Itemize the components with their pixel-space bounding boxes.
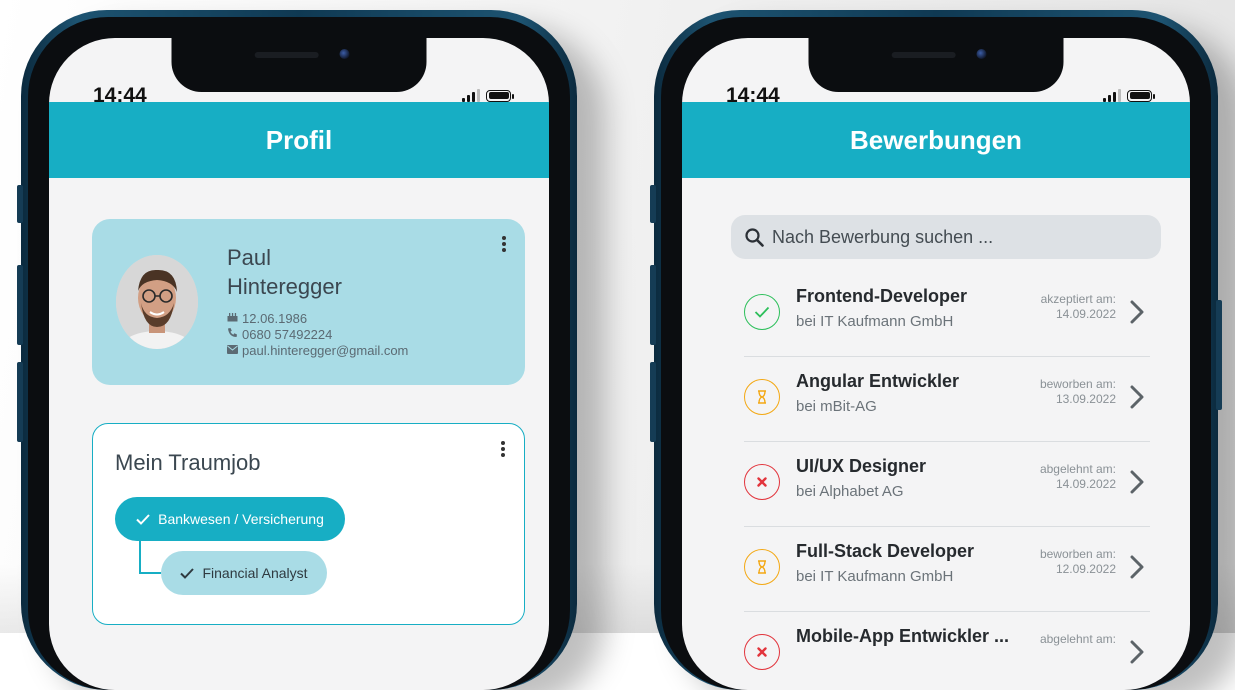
check-icon [180, 567, 195, 579]
phone-number: 0680 57492224 [242, 327, 333, 342]
application-date: akzeptiert am: 14.09.2022 [1041, 292, 1116, 322]
application-row[interactable]: Frontend-Developer bei IT Kaufmann GmbH ak… [744, 272, 1150, 357]
status-label: akzeptiert am: [1040, 292, 1116, 306]
dream-job-card[interactable]: Mein Traumjob Bankwesen / Versicherung F… [92, 423, 525, 625]
status-date: 14.09.2022 [1055, 477, 1116, 491]
application-date: beworben am: 13.09.2022 [1040, 377, 1116, 407]
category-label: Bankwesen / Versicherung [158, 511, 324, 527]
check-circle-icon [744, 294, 780, 330]
application-title: Angular Entwickler [796, 371, 960, 391]
application-row[interactable]: Mobile-App Entwickler ... abgelehnt am: [744, 612, 1150, 690]
camera [976, 49, 986, 59]
application-row[interactable]: Full-Stack Developer bei IT Kaufmann GmbH… [744, 527, 1150, 612]
status-label: beworben am: [1039, 377, 1116, 391]
phone-row: 0680 57492224 [227, 327, 408, 343]
signal-icon [1103, 89, 1121, 102]
application-company: bei IT Kaufmann GmbH [796, 568, 954, 585]
check-icon [136, 513, 150, 525]
application-title: Full-Stack Developer [796, 541, 975, 561]
chevron-right-icon[interactable] [1130, 385, 1144, 409]
chevron-right-icon[interactable] [1130, 300, 1144, 324]
mail-icon [227, 343, 238, 359]
screen: 14:44 Profil Paul Hinteregger 12.06.1986… [49, 38, 549, 690]
rejected-icon [744, 464, 780, 500]
bezel: 14:44 Profil Paul Hinteregger 12.06.1986… [28, 17, 570, 690]
application-company: bei mBit-AG [796, 398, 877, 415]
application-row[interactable]: Angular Entwickler bei mBit-AG beworben am… [744, 357, 1150, 442]
bezel: 14:44 Bewerbungen Nach Bewerbung suchen … [661, 17, 1211, 690]
application-company: bei IT Kaufmann GmbH [796, 313, 954, 330]
screen: 14:44 Bewerbungen Nach Bewerbung suchen … [682, 38, 1190, 690]
application-row[interactable]: UI/UX Designer bei Alphabet AG abgelehnt a… [744, 442, 1150, 527]
speaker [891, 52, 956, 58]
application-company: bei Alphabet AG [796, 483, 904, 500]
camera [339, 49, 349, 59]
chevron-right-icon[interactable] [1130, 640, 1144, 664]
birthdate-row: 12.06.1986 [227, 311, 408, 327]
application-date: abgelehnt am: 14.09.2022 [1040, 462, 1116, 492]
power-button [1216, 300, 1222, 410]
profile-details: 12.06.1986 0680 57492224 paul.hinteregge… [227, 311, 408, 359]
application-list: Frontend-Developer bei IT Kaufmann GmbH ak… [744, 272, 1150, 690]
application-title: UI/UX Designer [796, 456, 927, 476]
battery-icon [486, 89, 514, 102]
more-vert-icon[interactable] [497, 233, 511, 255]
volume-up-button [17, 265, 23, 345]
mute-switch [17, 185, 23, 223]
volume-down-button [650, 362, 656, 442]
search-input[interactable]: Nach Bewerbung suchen ... [731, 215, 1161, 259]
application-title: Frontend-Developer [796, 286, 968, 306]
more-vert-icon[interactable] [496, 438, 510, 460]
profile-name: Paul Hinteregger [227, 243, 342, 301]
status-icons [1103, 89, 1155, 102]
hourglass-icon [744, 379, 780, 415]
last-name: Hinteregger [227, 274, 342, 299]
cake-icon [227, 311, 238, 327]
status-label: abgelehnt am: [1039, 462, 1116, 476]
phone-profile: 14:44 Profil Paul Hinteregger 12.06.1986… [17, 10, 577, 690]
status-icons [462, 89, 514, 102]
profile-card[interactable]: Paul Hinteregger 12.06.1986 0680 5749222… [92, 219, 525, 385]
category-chip[interactable]: Bankwesen / Versicherung [115, 497, 345, 541]
status-label: beworben am: [1039, 547, 1116, 561]
page-title: Bewerbungen [682, 102, 1190, 178]
mute-switch [650, 185, 656, 223]
search-icon [745, 227, 764, 247]
tree-connector [139, 541, 161, 574]
rejected-icon [744, 634, 780, 670]
notch [808, 38, 1064, 92]
status-date: 13.09.2022 [1055, 392, 1116, 406]
dream-job-title: Mein Traumjob [115, 450, 261, 475]
page-title: Profil [49, 102, 549, 178]
volume-down-button [17, 362, 23, 442]
battery-icon [1127, 89, 1155, 102]
notch [171, 38, 427, 92]
avatar [116, 255, 198, 349]
chevron-right-icon[interactable] [1130, 470, 1144, 494]
birthdate: 12.06.1986 [242, 311, 308, 326]
application-date: beworben am: 12.09.2022 [1040, 547, 1116, 577]
status-label: abgelehnt am: [1039, 632, 1116, 646]
signal-icon [462, 89, 480, 102]
hourglass-icon [744, 549, 780, 585]
application-date: abgelehnt am: [1040, 632, 1116, 647]
search-placeholder: Nach Bewerbung suchen ... [772, 226, 994, 247]
phone-icon [227, 327, 238, 343]
status-date: 12.09.2022 [1055, 562, 1116, 576]
position-chip[interactable]: Financial Analyst [161, 551, 327, 595]
first-name: Paul [227, 245, 272, 270]
phone-applications: 14:44 Bewerbungen Nach Bewerbung suchen … [650, 10, 1222, 690]
volume-up-button [650, 265, 656, 345]
position-label: Financial Analyst [202, 565, 308, 581]
status-date: 14.09.2022 [1055, 307, 1116, 321]
application-title: Mobile-App Entwickler ... [796, 626, 1010, 646]
speaker [254, 52, 319, 58]
email: paul.hinteregger@gmail.com [242, 343, 409, 358]
email-row: paul.hinteregger@gmail.com [227, 343, 408, 359]
chevron-right-icon[interactable] [1130, 555, 1144, 579]
